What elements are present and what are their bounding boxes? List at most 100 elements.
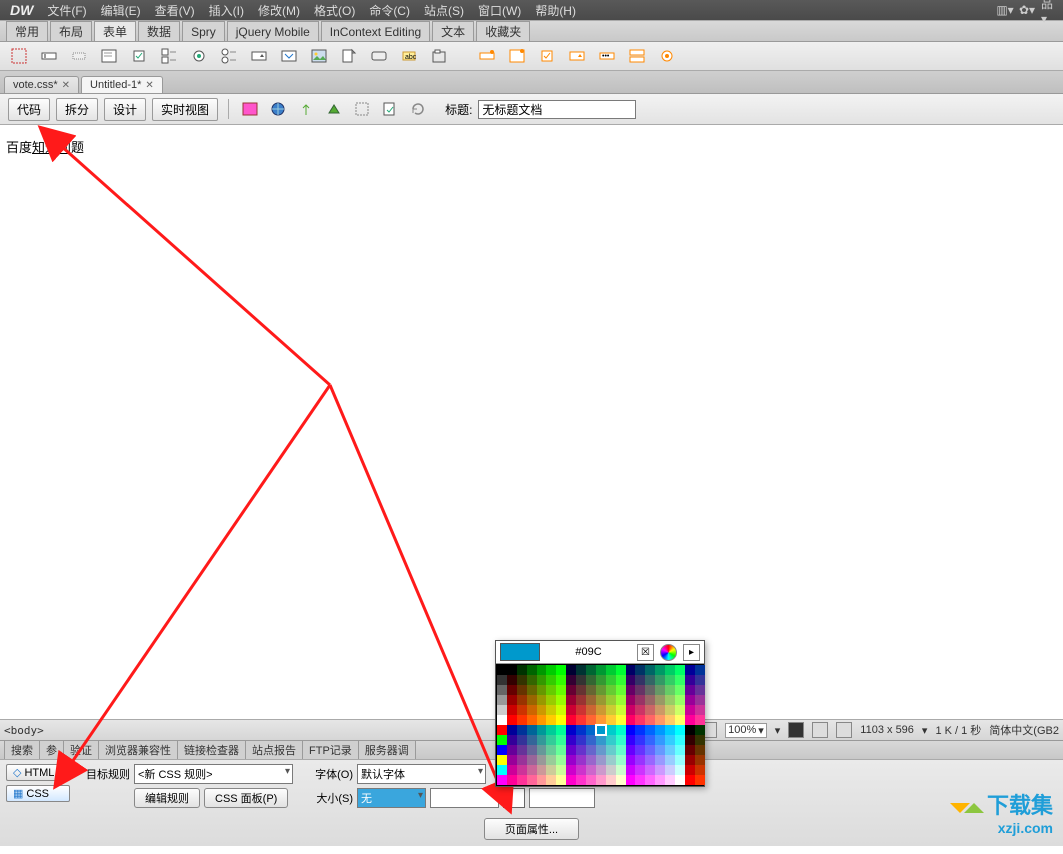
color-cell[interactable] xyxy=(645,695,655,705)
radio-group-icon[interactable] xyxy=(218,45,240,67)
spry-validation-text-icon[interactable] xyxy=(476,45,498,67)
color-cell[interactable] xyxy=(586,735,596,745)
window-size-icon-3[interactable] xyxy=(836,722,852,738)
tab-spry[interactable]: Spry xyxy=(182,21,225,41)
color-cell[interactable] xyxy=(517,715,527,725)
view-live-button[interactable]: 实时视图 xyxy=(152,98,218,121)
menu-window[interactable]: 窗口(W) xyxy=(472,0,527,21)
file-tab-vote-css[interactable]: vote.css* ✕ xyxy=(4,76,79,93)
color-cell[interactable] xyxy=(626,675,636,685)
color-cell[interactable] xyxy=(596,725,606,735)
color-cell[interactable] xyxy=(655,685,665,695)
color-cell[interactable] xyxy=(695,675,705,685)
color-cell[interactable] xyxy=(517,695,527,705)
color-cell[interactable] xyxy=(596,685,606,695)
color-cell[interactable] xyxy=(645,755,655,765)
color-cell[interactable] xyxy=(566,675,576,685)
color-cell[interactable] xyxy=(596,665,606,675)
color-cell[interactable] xyxy=(537,685,547,695)
image-field-icon[interactable] xyxy=(308,45,330,67)
color-cell[interactable] xyxy=(527,715,537,725)
spry-validation-textarea-icon[interactable] xyxy=(506,45,528,67)
color-cell[interactable] xyxy=(507,745,517,755)
color-cell[interactable] xyxy=(635,695,645,705)
color-cell[interactable] xyxy=(517,765,527,775)
tab-server-debug[interactable]: 服务器调 xyxy=(358,740,416,760)
color-cell[interactable] xyxy=(626,715,636,725)
color-cell[interactable] xyxy=(665,755,675,765)
color-cell[interactable] xyxy=(566,695,576,705)
color-cell[interactable] xyxy=(665,685,675,695)
color-cell[interactable] xyxy=(546,745,556,755)
color-cell[interactable] xyxy=(586,745,596,755)
color-cell[interactable] xyxy=(685,715,695,725)
form-icon[interactable] xyxy=(8,45,30,67)
color-cell[interactable] xyxy=(517,735,527,745)
color-cell[interactable] xyxy=(606,665,616,675)
color-cell[interactable] xyxy=(655,725,665,735)
menu-format[interactable]: 格式(O) xyxy=(308,0,361,21)
file-field-icon[interactable] xyxy=(338,45,360,67)
color-cell[interactable] xyxy=(537,735,547,745)
color-cell[interactable] xyxy=(527,675,537,685)
tab-ftp-log[interactable]: FTP记录 xyxy=(302,740,359,760)
color-cell[interactable] xyxy=(576,745,586,755)
color-cell[interactable] xyxy=(586,715,596,725)
color-cell[interactable] xyxy=(655,755,665,765)
color-cell[interactable] xyxy=(546,775,556,785)
color-cell[interactable] xyxy=(527,745,537,755)
color-cell[interactable] xyxy=(675,715,685,725)
color-cell[interactable] xyxy=(655,735,665,745)
color-cell[interactable] xyxy=(497,685,507,695)
color-cell[interactable] xyxy=(606,715,616,725)
color-cell[interactable] xyxy=(566,705,576,715)
color-cell[interactable] xyxy=(546,765,556,775)
color-cell[interactable] xyxy=(655,665,665,675)
color-cell[interactable] xyxy=(517,705,527,715)
properties-html-button[interactable]: ◇HTML xyxy=(6,764,70,781)
close-icon[interactable]: ✕ xyxy=(62,80,70,91)
color-cell[interactable] xyxy=(497,755,507,765)
textarea-icon[interactable] xyxy=(98,45,120,67)
color-cell[interactable] xyxy=(566,685,576,695)
color-cell[interactable] xyxy=(596,695,606,705)
color-cell[interactable] xyxy=(556,755,566,765)
color-cell[interactable] xyxy=(635,765,645,775)
color-cell[interactable] xyxy=(576,675,586,685)
color-cell[interactable] xyxy=(546,695,556,705)
color-cell[interactable] xyxy=(586,765,596,775)
color-cell[interactable] xyxy=(635,685,645,695)
color-cell[interactable] xyxy=(537,675,547,685)
view-design-button[interactable]: 设计 xyxy=(104,98,146,121)
color-cell[interactable] xyxy=(537,775,547,785)
color-cell[interactable] xyxy=(645,735,655,745)
color-cell[interactable] xyxy=(556,735,566,745)
color-cell[interactable] xyxy=(675,695,685,705)
color-cell[interactable] xyxy=(566,775,576,785)
no-color-icon[interactable]: ☒ xyxy=(637,644,654,661)
radio-icon[interactable] xyxy=(188,45,210,67)
tab-forms[interactable]: 表单 xyxy=(94,21,136,41)
css-panel-button[interactable]: CSS 面板(P) xyxy=(204,788,288,808)
color-cell[interactable] xyxy=(635,755,645,765)
size-unit-select[interactable] xyxy=(430,788,499,808)
color-cell[interactable] xyxy=(665,745,675,755)
spry-validation-checkbox-icon[interactable] xyxy=(536,45,558,67)
tab-search[interactable]: 搜索 xyxy=(4,740,40,760)
color-cell[interactable] xyxy=(497,735,507,745)
color-cell[interactable] xyxy=(695,765,705,775)
menu-file[interactable]: 文件(F) xyxy=(41,0,92,21)
color-cell[interactable] xyxy=(546,665,556,675)
color-cell[interactable] xyxy=(527,725,537,735)
color-cell[interactable] xyxy=(665,715,675,725)
color-wheel-icon[interactable] xyxy=(660,644,677,661)
color-cell[interactable] xyxy=(645,705,655,715)
color-cell[interactable] xyxy=(626,755,636,765)
color-cell[interactable] xyxy=(685,685,695,695)
color-cell[interactable] xyxy=(665,695,675,705)
color-cell[interactable] xyxy=(576,695,586,705)
live-code-icon[interactable] xyxy=(239,98,261,120)
color-cell[interactable] xyxy=(685,765,695,775)
size-select[interactable]: 无 xyxy=(357,788,426,808)
color-cell[interactable] xyxy=(675,765,685,775)
